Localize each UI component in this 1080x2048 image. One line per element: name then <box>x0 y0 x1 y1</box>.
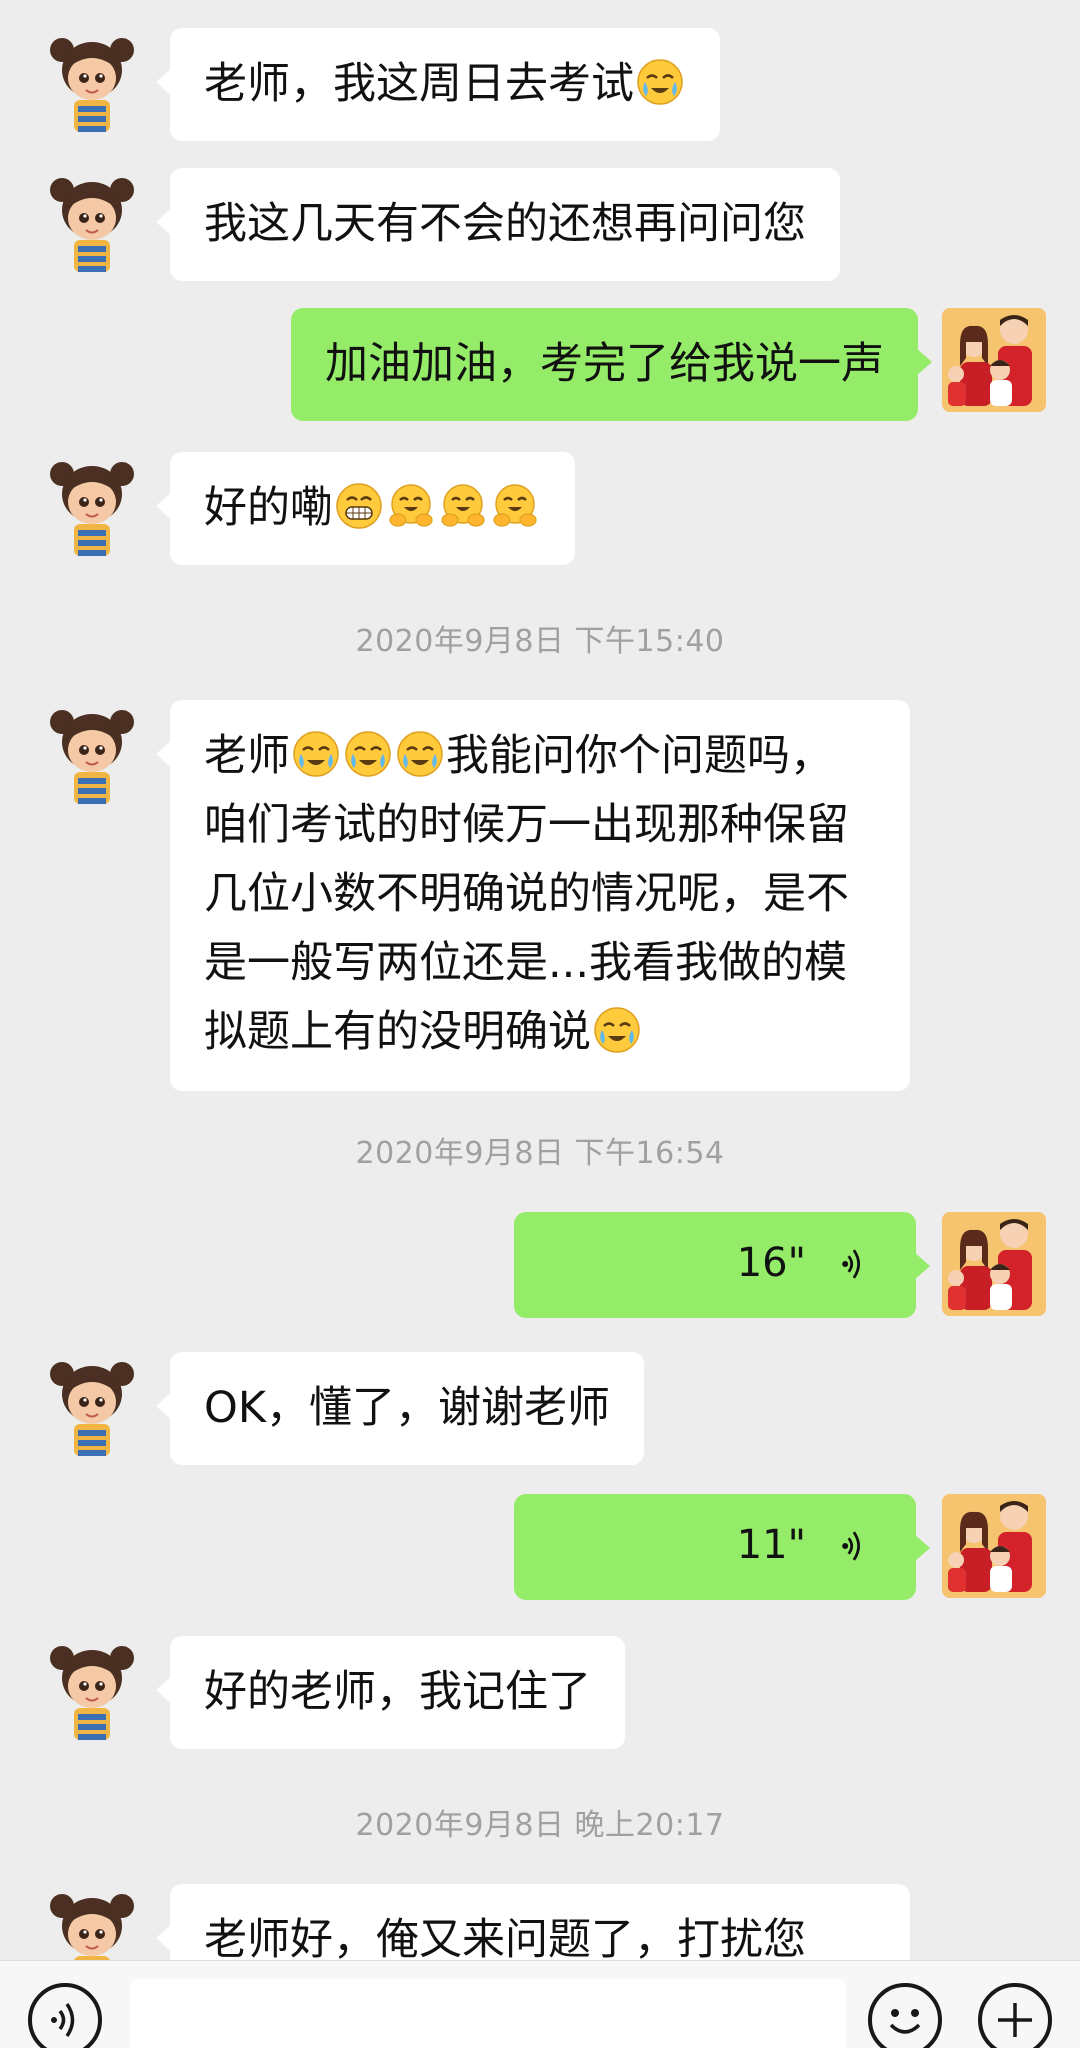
message-bubble[interactable]: 老师好，俺又来问题了，打扰您 <box>156 1884 910 1960</box>
message-line: 是一般写两位还是...我看我做的模 <box>204 938 848 988</box>
message-text: 老师好，俺又来问题了，打扰您 <box>204 1915 806 1960</box>
message-bubble[interactable]: OK，懂了，谢谢老师 <box>155 1352 645 1465</box>
message-text: 好的嘞 <box>204 483 333 533</box>
voice-input-icon[interactable] <box>28 1983 102 2048</box>
message-text: OK，懂了，谢谢老师 <box>204 1383 611 1433</box>
message-text: 拟题上有的没明确说 <box>204 1007 591 1057</box>
message-text: 好的老师，我记住了 <box>204 1667 591 1717</box>
message-text: 老师 <box>204 731 290 781</box>
message-bubble[interactable]: 老师，我这周日去考试 <box>156 28 720 141</box>
contact-avatar[interactable] <box>40 700 144 804</box>
voice-duration: 16" <box>736 1240 806 1286</box>
contact-avatar[interactable] <box>40 1636 144 1740</box>
timestamp: 2020年9月8日 下午15:40 <box>355 624 725 659</box>
timestamp: 2020年9月8日 晚上20:17 <box>355 1808 725 1843</box>
timestamp: 2020年9月8日 下午16:54 <box>355 1136 725 1171</box>
message-bubble[interactable]: 加油加油，考完了给我说一声 <box>291 308 932 421</box>
voice-wave-icon <box>840 1524 866 1568</box>
chat-area[interactable]: 老师，我这周日去考试 我这几天有不会的还想再问问您 加油加油，考完了给我说一声 … <box>0 0 1080 1960</box>
voice-wave-icon <box>840 1242 866 1286</box>
message-line: 老师 我能问你个问题吗， <box>204 722 876 791</box>
hugging-emoji <box>387 482 435 530</box>
message-text: 我能问你个问题吗， <box>446 731 833 781</box>
voice-message[interactable]: 16" <box>514 1212 930 1318</box>
my-avatar[interactable] <box>942 1212 1046 1316</box>
message-text: 我这几天有不会的还想再问问您 <box>204 199 806 249</box>
message-line: 拟题上有的没明确说 <box>204 998 876 1067</box>
contact-avatar[interactable] <box>40 168 144 272</box>
crying-laughing-emoji <box>593 1006 641 1054</box>
contact-avatar[interactable] <box>40 452 144 556</box>
crying-laughing-emoji <box>344 730 392 778</box>
grinning-emoji <box>335 482 383 530</box>
message-bubble[interactable]: 好的嘞 <box>156 452 575 565</box>
message-bubble[interactable]: 我这几天有不会的还想再问问您 <box>156 168 840 281</box>
voice-message[interactable]: 11" <box>514 1494 930 1600</box>
input-bar <box>0 1960 1080 2048</box>
message-line: 几位小数不明确说的情况呢，是不 <box>204 869 849 919</box>
crying-laughing-emoji <box>636 58 684 106</box>
message-bubble[interactable]: 好的老师，我记住了 <box>156 1636 625 1749</box>
plus-icon[interactable] <box>978 1983 1052 2048</box>
message-bubble[interactable]: 老师 我能问你个问题吗， 咱们考试的时候万一出现那种保留 几位小数不明确说的情况呢… <box>156 700 910 1091</box>
contact-avatar[interactable] <box>40 1352 144 1456</box>
crying-laughing-emoji <box>396 730 444 778</box>
message-input[interactable] <box>130 1979 846 2048</box>
message-line: 咱们考试的时候万一出现那种保留 <box>204 800 849 850</box>
my-avatar[interactable] <box>942 308 1046 412</box>
my-avatar[interactable] <box>942 1494 1046 1598</box>
emoji-icon[interactable] <box>868 1983 942 2048</box>
voice-duration: 11" <box>736 1522 806 1568</box>
hugging-emoji <box>439 482 487 530</box>
message-text: 老师，我这周日去考试 <box>204 59 634 109</box>
contact-avatar[interactable] <box>40 28 144 132</box>
contact-avatar[interactable] <box>40 1884 144 1960</box>
crying-laughing-emoji <box>292 730 340 778</box>
hugging-emoji <box>491 482 539 530</box>
message-text: 加油加油，考完了给我说一声 <box>325 339 884 389</box>
